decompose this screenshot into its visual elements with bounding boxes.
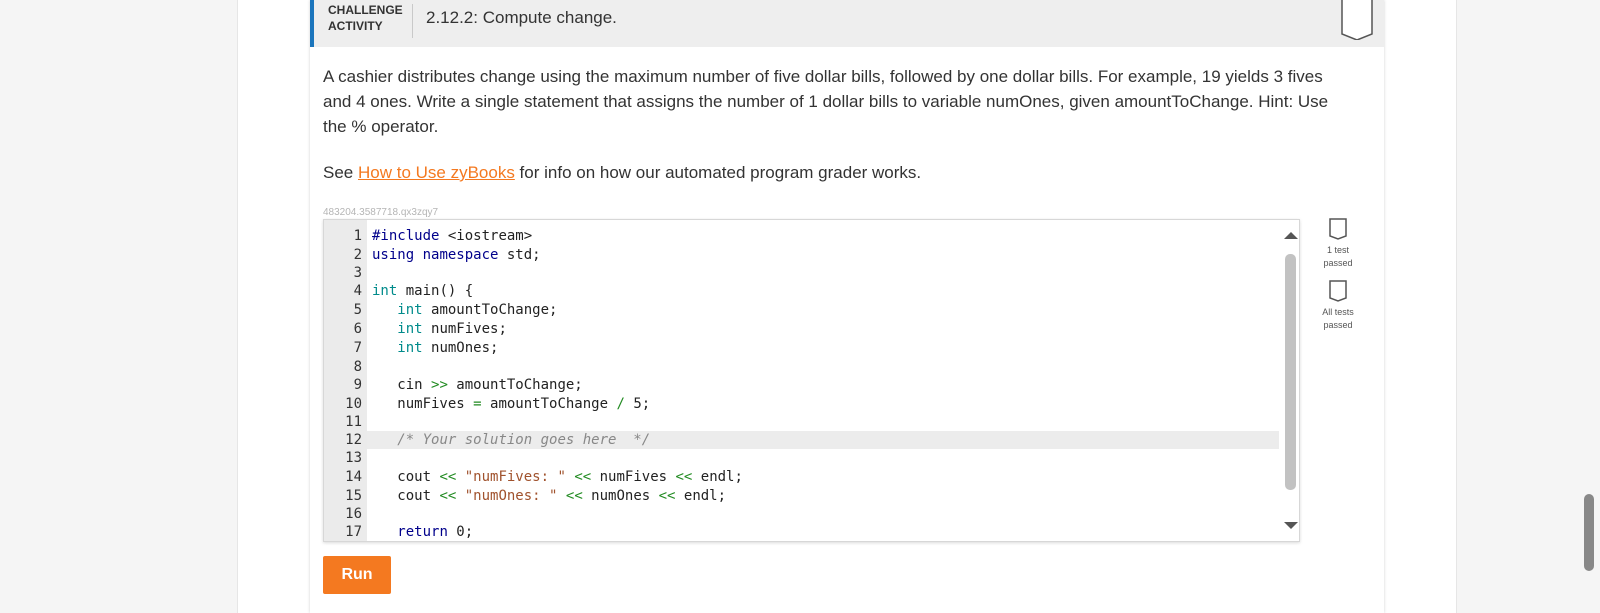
challenge-activity-card: CHALLENGE ACTIVITY 2.12.2: Compute chang… [310, 0, 1384, 613]
code-line[interactable]: 4 int main() { [324, 282, 1279, 300]
code-line[interactable]: 14 cout << "numFives: " << numFives << e… [324, 468, 1279, 486]
code-line[interactable]: 13 [324, 449, 1279, 467]
code-line[interactable]: 2 using namespace std; [324, 246, 1279, 264]
code-line[interactable]: 1 #include <iostream> [324, 227, 1279, 245]
test-badge-icon [1329, 280, 1347, 302]
editor-scrollbar-thumb[interactable] [1285, 254, 1296, 490]
test-status-panel: 1 test passed All tests passed [1313, 218, 1363, 342]
test-status-one: 1 test passed [1313, 218, 1363, 270]
code-line[interactable]: 8 [324, 358, 1279, 376]
activity-header: CHALLENGE ACTIVITY 2.12.2: Compute chang… [310, 0, 1384, 47]
activity-type-label: CHALLENGE ACTIVITY [328, 3, 403, 33]
code-line[interactable]: 17 return 0; [324, 523, 1279, 541]
code-line[interactable]: 9 cin >> amountToChange; [324, 376, 1279, 394]
run-button[interactable]: Run [323, 556, 391, 594]
scroll-up-arrow-icon[interactable] [1284, 232, 1298, 239]
code-editor[interactable]: 1 #include <iostream> 2 using namespace st… [323, 219, 1300, 542]
code-line[interactable]: 11 [324, 413, 1279, 431]
test-status-all: All tests passed [1313, 280, 1363, 332]
test-badge-icon [1329, 218, 1347, 240]
activity-title: 2.12.2: Compute change. [426, 8, 617, 27]
activity-instructions: A cashier distributes change using the m… [323, 67, 1329, 136]
info-text: See How to Use zyBooks for info on how o… [323, 163, 922, 182]
code-identifier: 483204.3587718.qx3zqy7 [323, 207, 439, 218]
scroll-down-arrow-icon[interactable] [1284, 522, 1298, 529]
code-line[interactable]: 15 cout << "numOnes: " << numOnes << end… [324, 487, 1279, 505]
code-line[interactable]: 5 int amountToChange; [324, 301, 1279, 319]
code-line-active[interactable]: 12 /* Your solution goes here */ [345, 431, 1279, 449]
bookmark-icon[interactable] [1340, 0, 1374, 40]
header-divider [412, 4, 413, 38]
code-line[interactable]: 6 int numFives; [324, 320, 1279, 338]
code-line[interactable]: 3 [324, 264, 1279, 282]
page-scrollbar-thumb[interactable] [1584, 494, 1594, 571]
code-line[interactable]: 7 int numOnes; [324, 339, 1279, 357]
how-to-use-zybooks-link[interactable]: How to Use zyBooks [358, 163, 515, 182]
code-line[interactable]: 16 [324, 505, 1279, 523]
code-line[interactable]: 10 numFives = amountToChange / 5; [324, 395, 1279, 413]
